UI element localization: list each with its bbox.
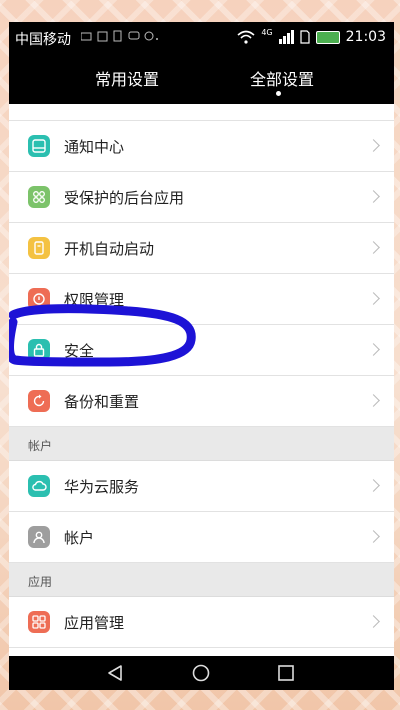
settings-item-protected-apps[interactable]: 受保护的后台应用 <box>9 172 394 223</box>
lock-icon <box>28 339 50 361</box>
settings-item-startup[interactable]: 开机自动启动 <box>9 223 394 274</box>
wifi-icon <box>237 30 255 44</box>
settings-item-permissions[interactable]: 权限管理 <box>9 274 394 325</box>
settings-list: 通知中心 受保护的后台应用 开机自动启动 权限管理 安全 备份和重置 帐户 华为… <box>9 104 394 690</box>
apps-icon <box>28 611 50 633</box>
settings-item-huawei-cloud[interactable]: 华为云服务 <box>9 461 394 512</box>
tab-all-settings[interactable]: 全部设置 <box>250 66 314 90</box>
startup-icon <box>28 237 50 259</box>
sim-icon <box>300 30 310 44</box>
clock: 21:03 <box>345 29 386 45</box>
battery-icon <box>315 30 340 44</box>
settings-item-label: 权限管理 <box>64 291 125 309</box>
notification-center-icon <box>28 135 50 157</box>
signal-icon <box>278 30 294 44</box>
chevron-right-icon <box>367 139 380 152</box>
settings-item-label: 备份和重置 <box>64 393 140 411</box>
recent-apps-icon[interactable] <box>278 665 294 681</box>
backup-icon <box>28 390 50 412</box>
chevron-right-icon <box>367 615 380 628</box>
network-type: 4G <box>261 27 273 37</box>
list-top-spacer <box>9 104 394 121</box>
settings-item-account[interactable]: 帐户 <box>9 512 394 563</box>
back-icon[interactable] <box>106 664 124 682</box>
chevron-right-icon <box>367 394 380 407</box>
chevron-right-icon <box>367 530 380 543</box>
cloud-icon <box>28 475 50 497</box>
protected-apps-icon <box>28 186 50 208</box>
settings-item-notification-center[interactable]: 通知中心 <box>9 121 394 172</box>
settings-item-label: 华为云服务 <box>64 478 140 496</box>
settings-item-label: 安全 <box>64 342 95 360</box>
section-header-account: 帐户 <box>9 427 394 461</box>
settings-item-app-management[interactable]: 应用管理 <box>9 597 394 648</box>
chevron-right-icon <box>367 292 380 305</box>
settings-item-backup-reset[interactable]: 备份和重置 <box>9 376 394 427</box>
status-bar: 中国移动 4G 21:03 <box>9 22 394 56</box>
home-icon[interactable] <box>192 664 210 682</box>
notification-icons <box>80 30 161 45</box>
settings-item-label: 应用管理 <box>64 614 125 632</box>
permission-icon <box>28 288 50 310</box>
chevron-right-icon <box>367 241 380 254</box>
settings-item-label: 开机自动启动 <box>64 240 155 258</box>
tab-common-settings[interactable]: 常用设置 <box>95 66 159 90</box>
chevron-right-icon <box>367 190 380 203</box>
chevron-right-icon <box>367 343 380 356</box>
settings-tabs: 常用设置 全部设置 <box>9 56 394 104</box>
chevron-right-icon <box>367 479 380 492</box>
settings-item-security[interactable]: 安全 <box>9 325 394 376</box>
user-icon <box>28 526 50 548</box>
status-right: 4G 21:03 <box>237 27 386 45</box>
section-title: 应用 <box>28 575 53 589</box>
active-tab-indicator <box>276 91 281 96</box>
phone-screen: 中国移动 4G 21:03 常用设置 全部设置 通知中心 受保护的后台应用 开机… <box>9 22 394 690</box>
settings-item-label: 帐户 <box>64 529 95 547</box>
section-title: 帐户 <box>28 439 53 453</box>
settings-item-label: 受保护的后台应用 <box>64 189 185 207</box>
navigation-bar <box>9 656 394 690</box>
section-header-apps: 应用 <box>9 563 394 597</box>
settings-item-label: 通知中心 <box>64 138 125 156</box>
carrier-name: 中国移动 <box>15 32 71 48</box>
